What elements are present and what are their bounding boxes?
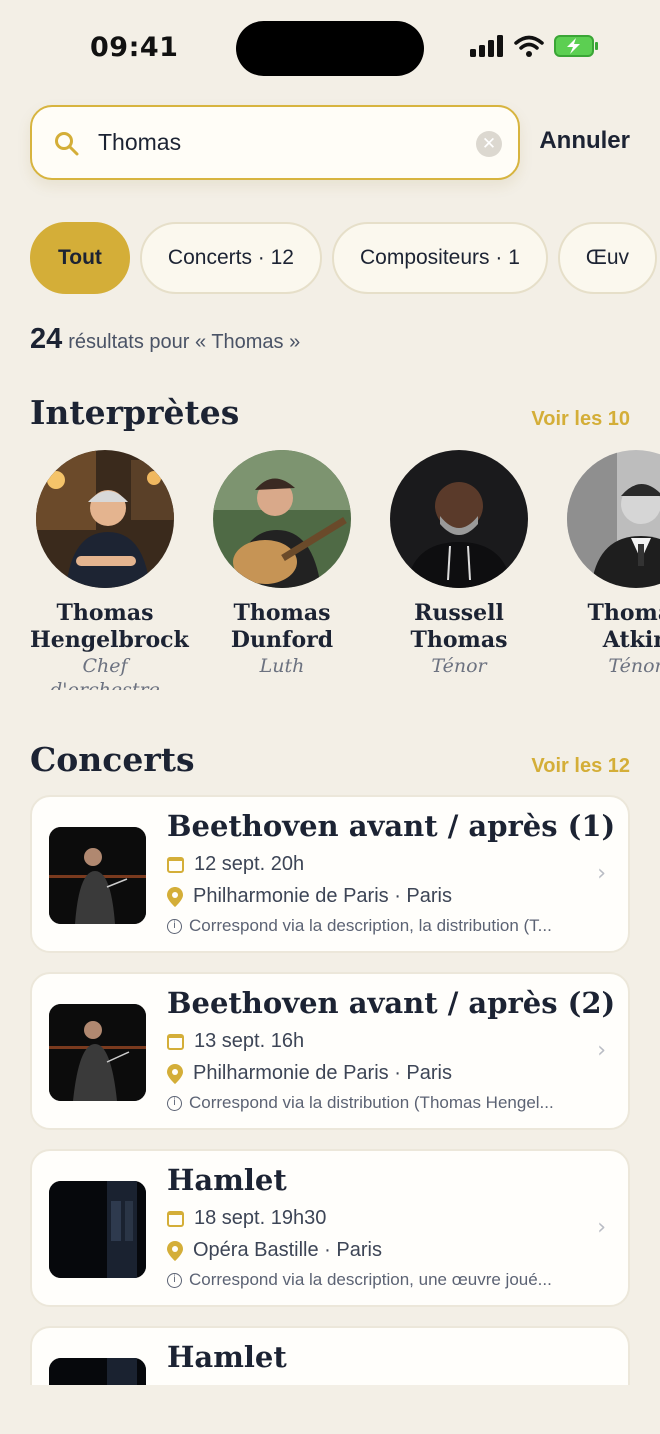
- status-time: 09:41: [90, 32, 179, 63]
- performer-first-name: Thomas: [587, 600, 660, 626]
- performer-last-name: Atkin: [602, 627, 660, 653]
- concert-match-line: i Correspond via la description, la distr…: [167, 916, 587, 936]
- results-summary: 24 résultats pour « Thomas »: [30, 323, 300, 356]
- concert-match-reason: Correspond via la distribution (Thomas H…: [189, 1093, 554, 1112]
- battery-charging-icon: [554, 35, 598, 57]
- performer-first-name: Russell: [414, 600, 504, 626]
- info-icon: i: [167, 1095, 182, 1111]
- performer-first-name: Thomas: [233, 600, 331, 626]
- info-icon: i: [167, 918, 182, 934]
- concert-venue: Philharmonie de Paris · Paris: [193, 885, 452, 907]
- dynamic-island: [236, 21, 424, 76]
- concert-date: 12 sept. 20h: [194, 853, 305, 875]
- signal-icon: [470, 35, 503, 57]
- filter-chips: Tout Concerts · 12 Compositeurs · 1 Œuv: [30, 222, 660, 294]
- filter-chip-works[interactable]: Œuv: [557, 222, 658, 294]
- performer-card[interactable]: Thomas Atkin Ténor: [561, 450, 660, 678]
- calendar-icon: [167, 1210, 184, 1227]
- search-query: Thomas: [98, 129, 182, 155]
- concert-date-line: 13 sept. 16h: [167, 1030, 304, 1053]
- calendar-icon: [167, 1033, 184, 1050]
- performer-first-name: Thomas: [56, 600, 154, 626]
- concert-venue: Philharmonie de Paris · Paris: [193, 1062, 452, 1084]
- performer-role: Ténor: [608, 655, 660, 677]
- location-pin-icon: [167, 1240, 183, 1261]
- performer-photo: [390, 450, 528, 588]
- concert-thumbnail: [49, 1181, 146, 1278]
- status-icons: [470, 35, 600, 57]
- clear-icon[interactable]: ✕: [476, 131, 502, 157]
- performer-last-name: Hengelbrock: [30, 627, 189, 653]
- concert-title: Hamlet: [167, 1340, 287, 1374]
- concert-venue-line: Philharmonie de Paris · Paris: [167, 885, 452, 908]
- concert-card[interactable]: Hamlet 18 sept. 19h30 Opéra Bastille · P…: [30, 1149, 630, 1307]
- filter-chip-all[interactable]: Tout: [30, 222, 130, 294]
- performer-photo: [36, 450, 174, 588]
- concert-title: Hamlet: [167, 1163, 287, 1197]
- concert-venue-line: Philharmonie de Paris · Paris: [167, 1062, 452, 1085]
- performer-last-name: Dunford: [230, 627, 334, 653]
- performers-title: Interprètes: [30, 393, 240, 432]
- performer-photo: [567, 450, 660, 588]
- concert-venue-line: Opéra Bastille · Paris: [167, 1239, 382, 1262]
- concert-date-line: 12 sept. 20h: [167, 853, 304, 876]
- concert-match-line: i Correspond via la description, une œuvr…: [167, 1270, 587, 1290]
- results-text: résultats pour « Thomas »: [68, 331, 301, 353]
- performers-list: Thomas Hengelbrock Chef d'orchestre Thom…: [30, 450, 660, 690]
- performer-role: Luth: [259, 655, 305, 677]
- search-input[interactable]: Thomas ✕: [30, 105, 520, 180]
- performer-card[interactable]: Thomas Hengelbrock Chef d'orchestre: [30, 450, 189, 690]
- results-count: 24: [30, 323, 63, 355]
- concert-card[interactable]: Hamlet: [30, 1326, 630, 1385]
- performer-card[interactable]: Russell Thomas Ténor: [384, 450, 534, 678]
- location-pin-icon: [167, 886, 183, 907]
- search-row: Thomas ✕ Annuler: [30, 105, 630, 180]
- concert-match-reason: Correspond via la description, la distri…: [189, 916, 552, 935]
- concert-date: 18 sept. 19h30: [194, 1207, 327, 1229]
- concerts-see-all-link[interactable]: Voir les 12: [531, 755, 630, 778]
- concert-thumbnail: [49, 1358, 146, 1385]
- concert-title: Beethoven avant / après (2): [167, 986, 616, 1020]
- concert-card[interactable]: Beethoven avant / après (1) 12 sept. 20h…: [30, 795, 630, 953]
- location-pin-icon: [167, 1063, 183, 1084]
- cancel-button[interactable]: Annuler: [539, 127, 630, 155]
- performer-last-name: Thomas: [410, 627, 508, 653]
- concert-venue: Opéra Bastille · Paris: [193, 1239, 382, 1261]
- status-bar: 09:41: [0, 0, 660, 96]
- concerts-title: Concerts: [30, 740, 195, 779]
- chevron-right-icon: ›: [597, 1215, 606, 1240]
- search-icon: [55, 132, 79, 156]
- concert-title: Beethoven avant / après (1): [167, 809, 616, 843]
- calendar-icon: [167, 856, 184, 873]
- info-icon: i: [167, 1272, 182, 1288]
- concerts-list: Beethoven avant / après (1) 12 sept. 20h…: [30, 795, 630, 1385]
- concert-match-reason: Correspond via la description, une œuvre…: [189, 1270, 552, 1289]
- concert-date-line: 18 sept. 19h30: [167, 1207, 326, 1230]
- filter-chip-composers[interactable]: Compositeurs · 1: [331, 222, 548, 294]
- performer-role: Ténor: [431, 655, 487, 677]
- performer-card[interactable]: Thomas Dunford Luth: [207, 450, 357, 678]
- concert-card[interactable]: Beethoven avant / après (2) 13 sept. 16h…: [30, 972, 630, 1130]
- concert-thumbnail: [49, 1004, 146, 1101]
- concert-thumbnail: [49, 827, 146, 924]
- filter-chip-concerts[interactable]: Concerts · 12: [139, 222, 322, 294]
- concert-date: 13 sept. 16h: [194, 1030, 305, 1052]
- wifi-icon: [514, 35, 544, 57]
- performer-role: Chef d'orchestre: [50, 655, 160, 690]
- chevron-right-icon: ›: [597, 1038, 606, 1063]
- performers-see-all-link[interactable]: Voir les 10: [531, 408, 630, 431]
- chevron-right-icon: ›: [597, 861, 606, 886]
- performer-photo: [213, 450, 351, 588]
- concert-match-line: i Correspond via la distribution (Thomas …: [167, 1093, 587, 1113]
